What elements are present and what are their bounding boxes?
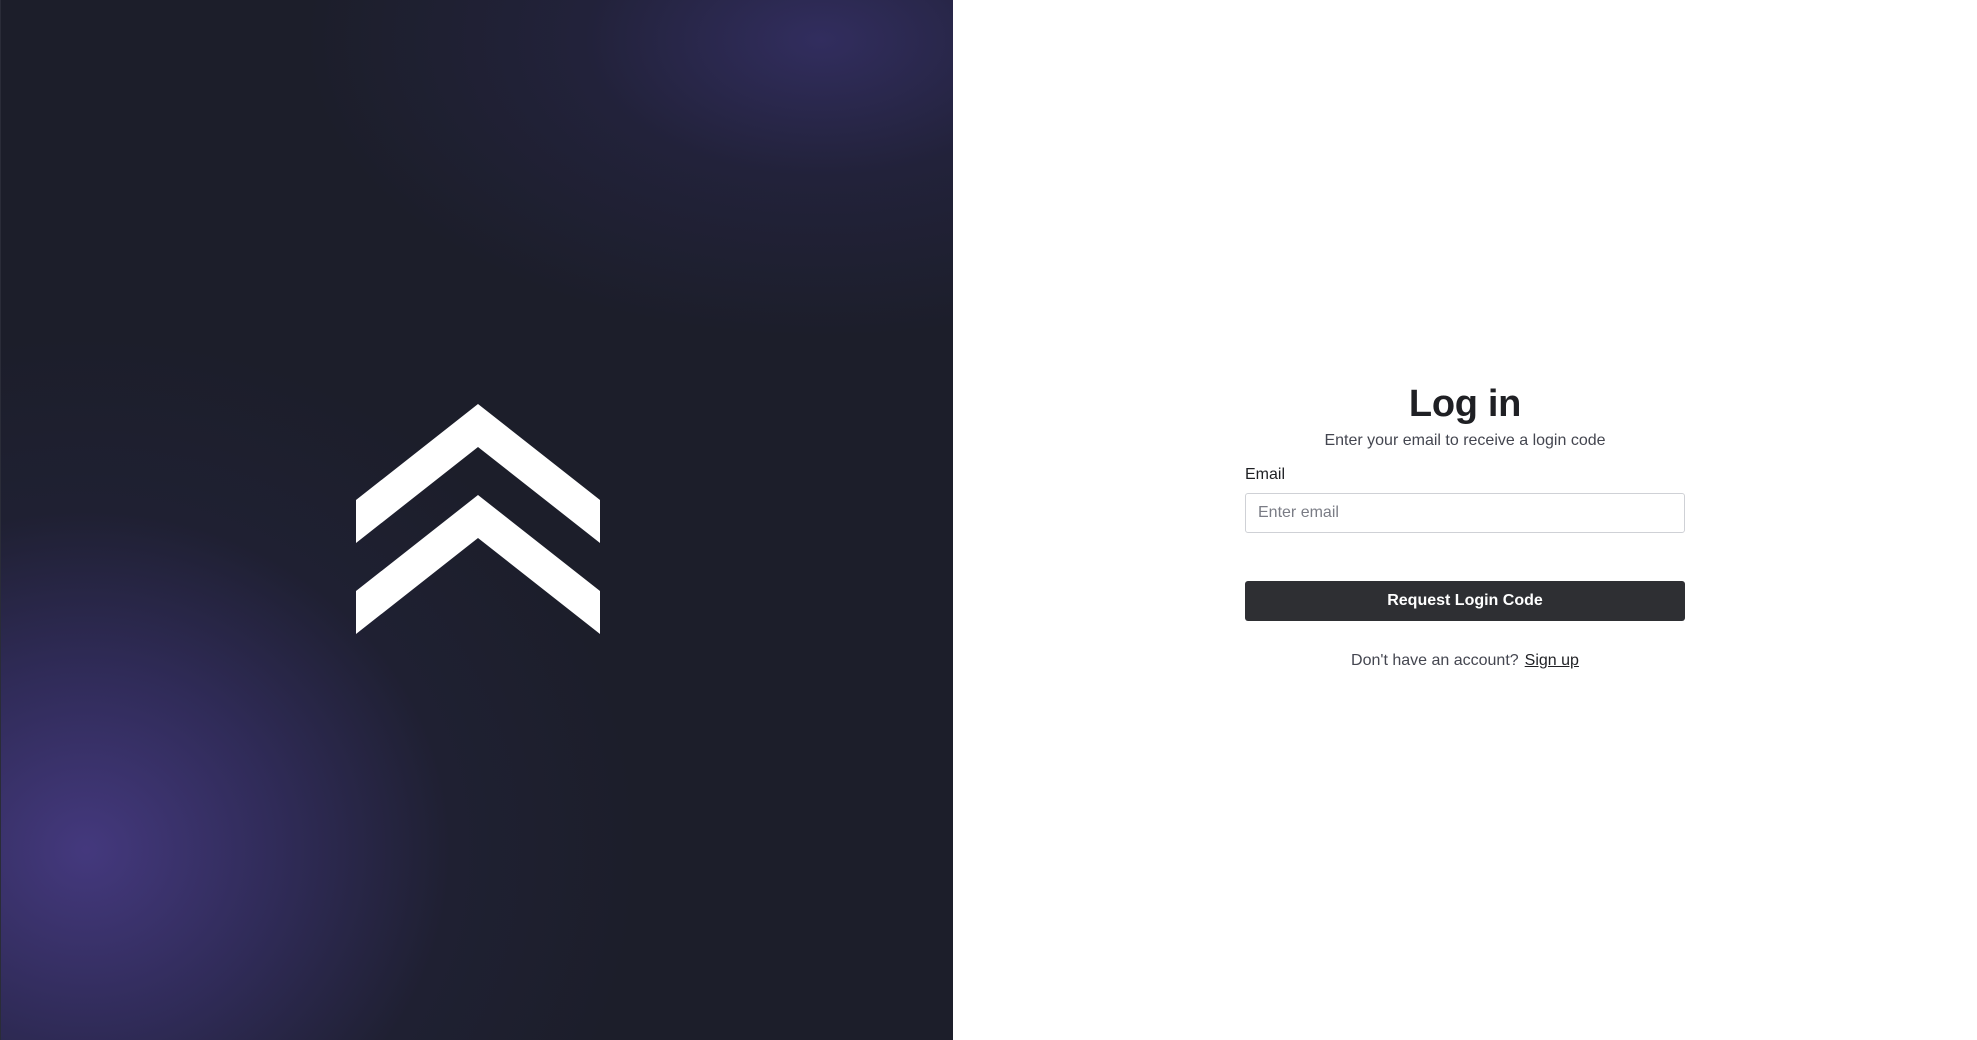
double-chevron-up-icon (356, 404, 600, 634)
page-subtitle: Enter your email to receive a login code (1324, 432, 1606, 449)
signup-prompt: Don't have an account? (1351, 652, 1519, 669)
brand-panel (0, 0, 953, 1040)
signup-link[interactable]: Sign up (1525, 652, 1579, 669)
login-page: Log in Enter your email to receive a log… (0, 0, 1977, 1040)
request-login-code-button[interactable]: Request Login Code (1245, 581, 1685, 621)
form-panel: Log in Enter your email to receive a log… (953, 0, 1977, 1040)
email-label: Email (1245, 466, 1286, 483)
email-field[interactable] (1245, 493, 1685, 533)
login-form: Log in Enter your email to receive a log… (1245, 378, 1685, 671)
signup-row: Don't have an account? Sign up (1245, 651, 1685, 671)
page-title: Log in (1408, 383, 1522, 425)
